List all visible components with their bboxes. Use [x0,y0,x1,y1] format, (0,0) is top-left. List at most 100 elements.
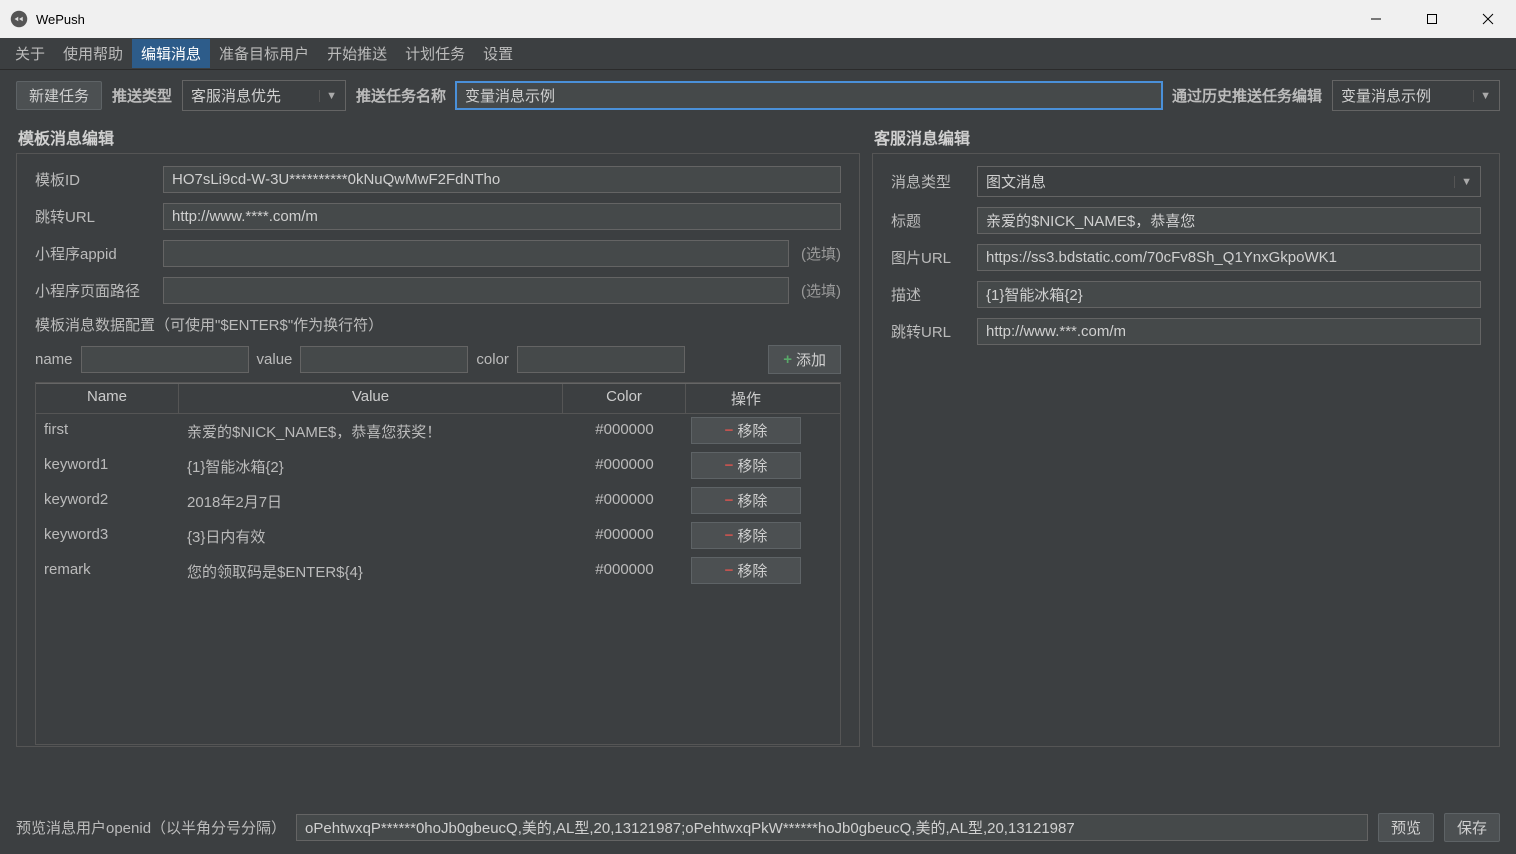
menubar: 关于使用帮助编辑消息准备目标用户开始推送计划任务设置 [0,38,1516,70]
toolbar: 新建任务 推送类型 客服消息优先 ▼ 推送任务名称 通过历史推送任务编辑 变量消… [0,70,1516,119]
add-value-input[interactable] [300,346,468,373]
cell-op: −移除 [686,519,806,554]
preview-button[interactable]: 预览 [1378,813,1434,842]
remove-button[interactable]: −移除 [691,452,801,479]
pic-url-label: 图片URL [891,247,967,268]
remove-button[interactable]: −移除 [691,487,801,514]
add-button[interactable]: +添加 [768,345,841,374]
template-id-input[interactable] [163,166,841,193]
add-value-label: value [257,351,293,368]
cell-op: −移除 [686,484,806,519]
mini-appid-label: 小程序appid [35,243,153,264]
menu-item[interactable]: 设置 [474,39,522,68]
minus-icon: − [725,422,734,439]
push-type-select[interactable]: 客服消息优先 ▼ [182,80,346,111]
kefu-panel-title: 客服消息编辑 [872,119,1500,153]
cell-name[interactable]: keyword3 [36,519,179,554]
col-op: 操作 [686,384,806,413]
cell-name[interactable]: remark [36,554,179,589]
table-row: keyword1{1}智能冰箱{2}#000000−移除 [36,449,840,484]
cell-color[interactable]: #000000 [563,554,686,589]
menu-item[interactable]: 计划任务 [396,39,474,68]
mini-path-label: 小程序页面路径 [35,280,153,301]
cell-name[interactable]: first [36,414,179,449]
msg-type-select[interactable]: 图文消息 ▼ [977,166,1481,197]
menu-item[interactable]: 使用帮助 [54,39,132,68]
optional-hint: (选填) [801,280,841,301]
chevron-down-icon: ▼ [1473,90,1491,102]
col-color: Color [563,384,686,413]
cell-name[interactable]: keyword1 [36,449,179,484]
col-name: Name [36,384,179,413]
app-logo-icon [10,10,28,28]
desc-input[interactable] [977,281,1481,308]
push-type-label: 推送类型 [112,85,172,106]
remove-button[interactable]: −移除 [691,417,801,444]
add-color-input[interactable] [517,346,685,373]
cell-op: −移除 [686,414,806,449]
history-select[interactable]: 变量消息示例 ▼ [1332,80,1500,111]
cell-color[interactable]: #000000 [563,484,686,519]
jump-url-label: 跳转URL [35,206,153,227]
table-row: keyword22018年2月7日#000000−移除 [36,484,840,519]
minus-icon: − [725,457,734,474]
table-row: first亲爱的$NICK_NAME$，恭喜您获奖！#000000−移除 [36,414,840,449]
kefu-panel: 客服消息编辑 消息类型 图文消息 ▼ 标题 图片URL 描述 [872,119,1500,743]
menu-item[interactable]: 开始推送 [318,39,396,68]
cell-value[interactable]: 2018年2月7日 [179,484,563,519]
table-row: keyword3{3}日内有效#000000−移除 [36,519,840,554]
history-label: 通过历史推送任务编辑 [1172,85,1322,106]
optional-hint: (选填) [801,243,841,264]
menu-item[interactable]: 编辑消息 [132,39,210,68]
mini-appid-input[interactable] [163,240,789,267]
desc-label: 描述 [891,284,967,305]
add-name-label: name [35,351,73,368]
msg-type-value: 图文消息 [986,171,1046,192]
cell-color[interactable]: #000000 [563,519,686,554]
push-type-value: 客服消息优先 [191,85,281,106]
close-button[interactable] [1460,0,1516,38]
preview-openid-label: 预览消息用户openid（以半角分号分隔） [16,817,286,838]
add-name-input[interactable] [81,346,249,373]
save-button[interactable]: 保存 [1444,813,1500,842]
task-name-label: 推送任务名称 [356,85,446,106]
mini-path-input[interactable] [163,277,789,304]
table-row: remark您的领取码是$ENTER${4}#000000−移除 [36,554,840,589]
titlebar: WePush [0,0,1516,38]
template-panel-title: 模板消息编辑 [16,119,860,153]
msg-type-label: 消息类型 [891,171,967,192]
pic-url-input[interactable] [977,244,1481,271]
template-panel: 模板消息编辑 模板ID 跳转URL 小程序appid (选填) 小程序页面路径 … [16,119,860,743]
cell-color[interactable]: #000000 [563,414,686,449]
minus-icon: − [725,492,734,509]
remove-button[interactable]: −移除 [691,522,801,549]
maximize-button[interactable] [1404,0,1460,38]
cell-value[interactable]: {3}日内有效 [179,519,563,554]
plus-icon: + [783,351,792,368]
template-id-label: 模板ID [35,169,153,190]
remove-button[interactable]: −移除 [691,557,801,584]
cell-op: −移除 [686,449,806,484]
data-config-title: 模板消息数据配置（可使用"$ENTER$"作为换行符） [35,314,841,335]
cell-value[interactable]: {1}智能冰箱{2} [179,449,563,484]
new-task-button[interactable]: 新建任务 [16,81,102,110]
kefu-jump-input[interactable] [977,318,1481,345]
chevron-down-icon: ▼ [319,90,337,102]
preview-openid-input[interactable] [296,814,1368,841]
cell-color[interactable]: #000000 [563,449,686,484]
kefu-title-input[interactable] [977,207,1481,234]
minimize-button[interactable] [1348,0,1404,38]
col-value: Value [179,384,563,413]
cell-value[interactable]: 您的领取码是$ENTER${4} [179,554,563,589]
content: 模板消息编辑 模板ID 跳转URL 小程序appid (选填) 小程序页面路径 … [0,119,1516,743]
menu-item[interactable]: 关于 [6,39,54,68]
jump-url-input[interactable] [163,203,841,230]
cell-value[interactable]: 亲爱的$NICK_NAME$，恭喜您获奖！ [179,414,563,449]
cell-name[interactable]: keyword2 [36,484,179,519]
kefu-jump-label: 跳转URL [891,321,967,342]
add-row: name value color +添加 [35,345,841,374]
table-body: first亲爱的$NICK_NAME$，恭喜您获奖！#000000−移除keyw… [36,414,840,744]
menu-item[interactable]: 准备目标用户 [210,39,318,68]
add-button-label: 添加 [796,349,826,370]
task-name-input[interactable] [456,82,1162,109]
